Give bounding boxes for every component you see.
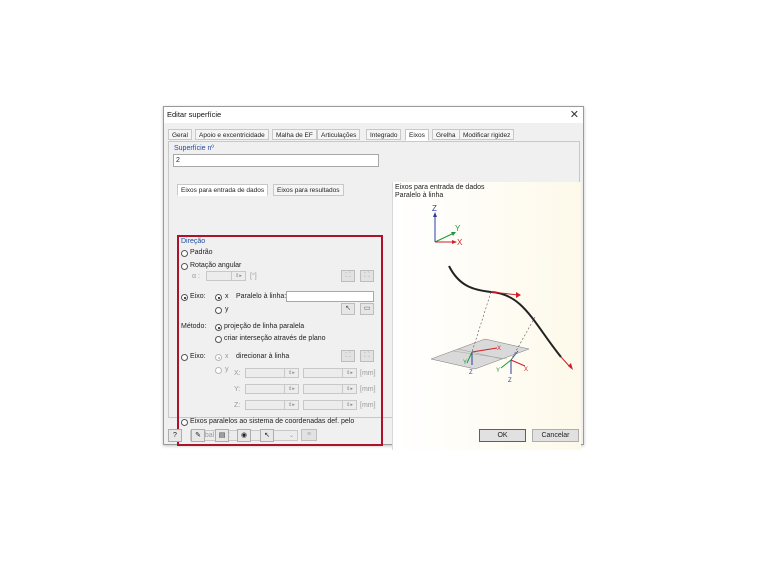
select-icon[interactable]: ⛶ [360,270,374,282]
radio-axis[interactable] [181,294,188,301]
tab-modificar-rigidez[interactable]: Modificar rigidez [459,129,515,140]
subtab-result-axes[interactable]: Eixos para resultados [273,184,344,196]
pick-icon[interactable]: ⛶ [341,270,355,282]
method-intersection-label: criar interseção através de plano [224,335,326,342]
axis-y-line [434,232,455,243]
surface-number-field[interactable]: 2 [173,154,379,167]
local-z-label-1: Z [469,370,473,376]
coord-x-field-1[interactable]: ⇕▸ [245,368,299,378]
coord-x-label: X: [234,370,241,377]
axis-y-label: Y [455,224,461,233]
select-point-icon[interactable]: ⛶ [360,350,374,362]
axis-y-label: y [225,306,229,313]
radio-method-projection[interactable] [215,324,222,331]
method-label: Método: [181,323,207,330]
coord-z-unit: [mm] [360,402,376,409]
standard-label: Padrão [190,249,213,256]
tab-malha[interactable]: Malha de EF [272,129,317,140]
edit-surface-dialog: Editar superfície ✕ Geral Apoio e excent… [163,106,584,450]
axis2-label: Eixo: [190,353,206,360]
radio-axis-y[interactable] [215,307,222,314]
close-icon[interactable]: ✕ [570,108,579,122]
title-bar: Editar superfície ✕ [164,107,583,123]
local-z-label-2: Z [508,378,512,384]
axis-x-label: X [457,238,463,247]
direct-to-line-label: direcionar à linha [236,353,290,360]
ok-button[interactable]: OK [479,429,526,442]
angular-rotation-label: Rotação angular [190,262,242,269]
radio-axis-x[interactable] [215,294,222,301]
surface-number-label: Superfície nº [174,145,214,152]
tab-panel: Superfície nº 2 Eixos para entrada de da… [168,141,581,450]
alpha-field[interactable]: ⇕▸ [206,271,246,281]
pick-icon-bottom[interactable]: ↖ [260,429,274,442]
tab-eixos[interactable]: Eixos [405,129,429,141]
radio-parallel-cs[interactable] [181,419,188,426]
tab-geral[interactable]: Geral [168,129,192,140]
coord-z-field-1[interactable]: ⇕▸ [245,400,299,410]
coord-x-unit: [mm] [360,370,376,377]
radio-axis-direct[interactable] [181,354,188,361]
coord-y-label: Y: [234,386,241,393]
parallel-line-label: Paralelo à linha: [236,293,287,300]
units-icon[interactable]: ▤ [215,429,229,442]
help-icon[interactable]: ? [168,429,182,442]
axis-label: Eixo: [190,293,206,300]
local-y-label-2: Y [496,368,500,374]
axes-diagram: Z Y X Z Y X Z Y X [430,204,573,384]
pick-line-icon[interactable]: ↖ [341,303,355,315]
local-y-label-1: Y [463,360,467,366]
surface-number-value: 2 [176,157,180,164]
coord-z-label: Z: [234,402,241,409]
cs-list-icon[interactable]: ≡ [301,429,317,441]
chevron-down-icon: ⌄ [288,433,294,439]
radio-axis2-x[interactable] [215,354,222,361]
cancel-button[interactable]: Cancelar [532,429,579,442]
axis-z-label: Z [432,204,437,213]
view-icon[interactable]: ◉ [237,429,251,442]
coord-y-unit: [mm] [360,386,376,393]
radio-axis2-y[interactable] [215,367,222,374]
axis2-x-label: x [225,353,229,360]
tab-integrado[interactable]: Integrado [366,129,402,140]
preview-panel: Eixos para entrada de dados Paralelo à l… [392,182,581,450]
radio-standard[interactable] [181,250,188,257]
select-line-icon[interactable]: ▭ [360,303,374,315]
coord-z-field-2[interactable]: ⇕▸ [303,400,357,410]
local-x-label-2: X [524,367,528,373]
subtab-input-axes[interactable]: Eixos para entrada de dados [177,184,269,196]
axis2-y-label: y [225,366,229,373]
axis-x-label: x [225,293,229,300]
alpha-label: α : [192,273,200,280]
tab-grelha[interactable]: Grelha [432,129,460,140]
pick-point-icon[interactable]: ⛶ [341,350,355,362]
direction-heading: Direção [181,238,206,245]
local-x-label-1: X [497,346,501,352]
parallel-cs-label: Eixos paralelos ao sistema de coordenada… [190,418,355,425]
alpha-spinner[interactable]: ⇕▸ [231,272,245,281]
coord-x-field-2[interactable]: ⇕▸ [303,368,357,378]
direction-group: Direção Padrão Rotação angular α : ⇕▸ [°… [177,235,383,446]
radio-angular-rotation[interactable] [181,263,188,270]
alpha-unit: [°] [250,273,257,280]
window-title: Editar superfície [167,110,222,119]
coord-y-field-2[interactable]: ⇕▸ [303,384,357,394]
parallel-line-field[interactable] [286,291,374,302]
radio-method-intersection[interactable] [215,336,222,343]
edit-icon[interactable]: ✎ [191,429,205,442]
tab-apoio[interactable]: Apoio e excentricidade [195,129,269,140]
method-projection-label: projeção de linha paralela [224,323,305,330]
sub-tabs: Eixos para entrada de dados Eixos para r… [177,184,383,196]
tab-articulacoes[interactable]: Articulações [317,129,361,140]
coord-y-field-1[interactable]: ⇕▸ [245,384,299,394]
